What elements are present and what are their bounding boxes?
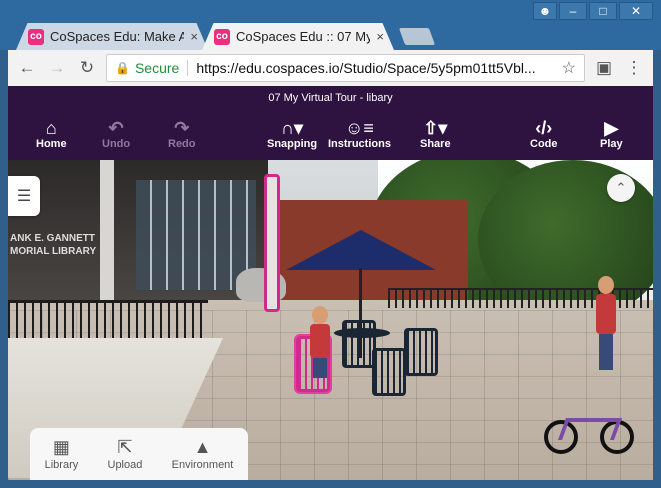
redo-button[interactable]: ↷ Redo	[168, 118, 196, 150]
close-tab-icon[interactable]: ×	[376, 29, 384, 44]
window-controls: ☻ – □ ✕	[533, 2, 653, 20]
redo-icon: ↷	[174, 118, 190, 138]
library-building: ANK E. GANNETT MORIAL LIBRARY	[8, 160, 268, 310]
new-tab-button[interactable]	[398, 28, 436, 45]
share-icon: ⇧▾	[423, 118, 448, 138]
bookmark-star-icon[interactable]: ☆	[562, 58, 576, 78]
lock-icon: 🔒	[115, 61, 130, 75]
space-title: 07 My Virtual Tour - libary	[268, 92, 393, 104]
share-button[interactable]: ⇧▾ Share	[420, 118, 451, 150]
app-header: 07 My Virtual Tour - libary ⌂ Home ↶ Und…	[8, 86, 653, 160]
magnet-icon: ∩▾	[281, 118, 304, 138]
building-sign: ANK E. GANNETT MORIAL LIBRARY	[8, 232, 108, 262]
reload-icon[interactable]: ↻	[76, 57, 98, 79]
upload-icon: ⇱	[117, 437, 133, 457]
library-icon: ▦	[52, 437, 70, 457]
home-label: Home	[36, 138, 67, 150]
url-host: https://edu.cospaces.io	[196, 60, 340, 76]
instructions-label: Instructions	[328, 138, 391, 150]
character-standing[interactable]	[596, 276, 616, 370]
home-button[interactable]: ⌂ Home	[36, 118, 67, 150]
cospaces-logo-icon: co	[28, 28, 44, 45]
close-window-button[interactable]: ✕	[619, 2, 653, 20]
environment-icon: ▲	[193, 437, 212, 457]
redo-label: Redo	[168, 138, 196, 150]
play-button[interactable]: ▶ Play	[600, 118, 623, 150]
chair-model[interactable]	[404, 328, 438, 376]
maximize-button[interactable]: □	[589, 2, 617, 20]
code-icon: ‹/›	[535, 118, 553, 138]
chair-model[interactable]	[342, 320, 376, 368]
library-button[interactable]: ▦ Library	[45, 437, 79, 471]
library-label: Library	[44, 459, 79, 471]
environment-button[interactable]: ▲ Environment	[172, 437, 234, 471]
cospaces-logo-icon: co	[214, 28, 230, 45]
address-bar[interactable]: 🔒 Secure https://edu.cospaces.io /Studio…	[106, 54, 585, 82]
tab-virtual-tour[interactable]: co CoSpaces Edu :: 07 My Vi ×	[202, 23, 394, 50]
building-sign-line: MORIAL LIBRARY	[10, 246, 97, 257]
share-label: Share	[420, 138, 451, 150]
menu-kebab-icon[interactable]: ⋮	[623, 57, 645, 79]
list-menu-icon[interactable]: ☰	[8, 176, 40, 216]
chair-model[interactable]	[372, 348, 406, 396]
minimize-button[interactable]: –	[559, 2, 587, 20]
play-icon: ▶	[604, 118, 619, 138]
tab-title: CoSpaces Edu: Make AR a	[50, 29, 185, 44]
bottom-panel: ▦ Library ⇱ Upload ▲ Environment	[30, 428, 248, 480]
user-profile-icon[interactable]: ☻	[533, 2, 557, 20]
tab-strip: co CoSpaces Edu: Make AR a × co CoSpaces…	[16, 20, 436, 50]
browser-toolbar: ← → ↻ 🔒 Secure https://edu.cospaces.io /…	[8, 50, 653, 86]
back-arrow-icon[interactable]: ←	[16, 57, 38, 79]
home-icon: ⌂	[45, 118, 57, 138]
snapping-label: Snapping	[267, 138, 318, 150]
selected-pillar-object[interactable]	[264, 174, 280, 312]
collapse-chevrons-icon[interactable]: ⌃	[607, 174, 635, 202]
forward-arrow-icon[interactable]: →	[46, 57, 68, 79]
close-tab-icon[interactable]: ×	[190, 29, 198, 44]
tab-make-ar[interactable]: co CoSpaces Edu: Make AR a ×	[16, 23, 208, 50]
extension-icon[interactable]: ▣	[593, 57, 615, 79]
bicycle-model[interactable]	[544, 404, 636, 456]
upload-button[interactable]: ⇱ Upload	[108, 437, 143, 471]
code-button[interactable]: ‹/› Code	[530, 118, 558, 150]
title-bar: ☻ – □ ✕ co CoSpaces Edu: Make AR a × co …	[0, 0, 661, 50]
browser-window: ☻ – □ ✕ co CoSpaces Edu: Make AR a × co …	[0, 0, 661, 488]
divider	[187, 60, 189, 76]
environment-label: Environment	[171, 459, 234, 471]
code-label: Code	[530, 138, 558, 150]
undo-button[interactable]: ↶ Undo	[102, 118, 130, 150]
instructions-button[interactable]: ☺≡ Instructions	[328, 118, 391, 150]
tab-title: CoSpaces Edu :: 07 My Vi	[236, 29, 371, 44]
building-sign-line: ANK E. GANNETT	[10, 233, 95, 244]
instructions-icon: ☺≡	[345, 118, 374, 138]
url-path: /Studio/Space/5y5pm01tt5Vbl...	[339, 60, 536, 76]
play-label: Play	[600, 138, 623, 150]
railing	[8, 300, 208, 340]
snapping-button[interactable]: ∩▾ Snapping	[267, 118, 317, 150]
cospaces-app: 07 My Virtual Tour - libary ⌂ Home ↶ Und…	[8, 86, 653, 480]
undo-icon: ↶	[108, 118, 124, 138]
undo-label: Undo	[102, 138, 131, 150]
secure-label: Secure	[134, 60, 180, 76]
character-sitting[interactable]	[310, 306, 330, 378]
upload-label: Upload	[107, 459, 143, 471]
3d-scene-viewport[interactable]: ANK E. GANNETT MORIAL LIBRARY ☰ ⌃ ▦ Libr…	[8, 160, 653, 480]
